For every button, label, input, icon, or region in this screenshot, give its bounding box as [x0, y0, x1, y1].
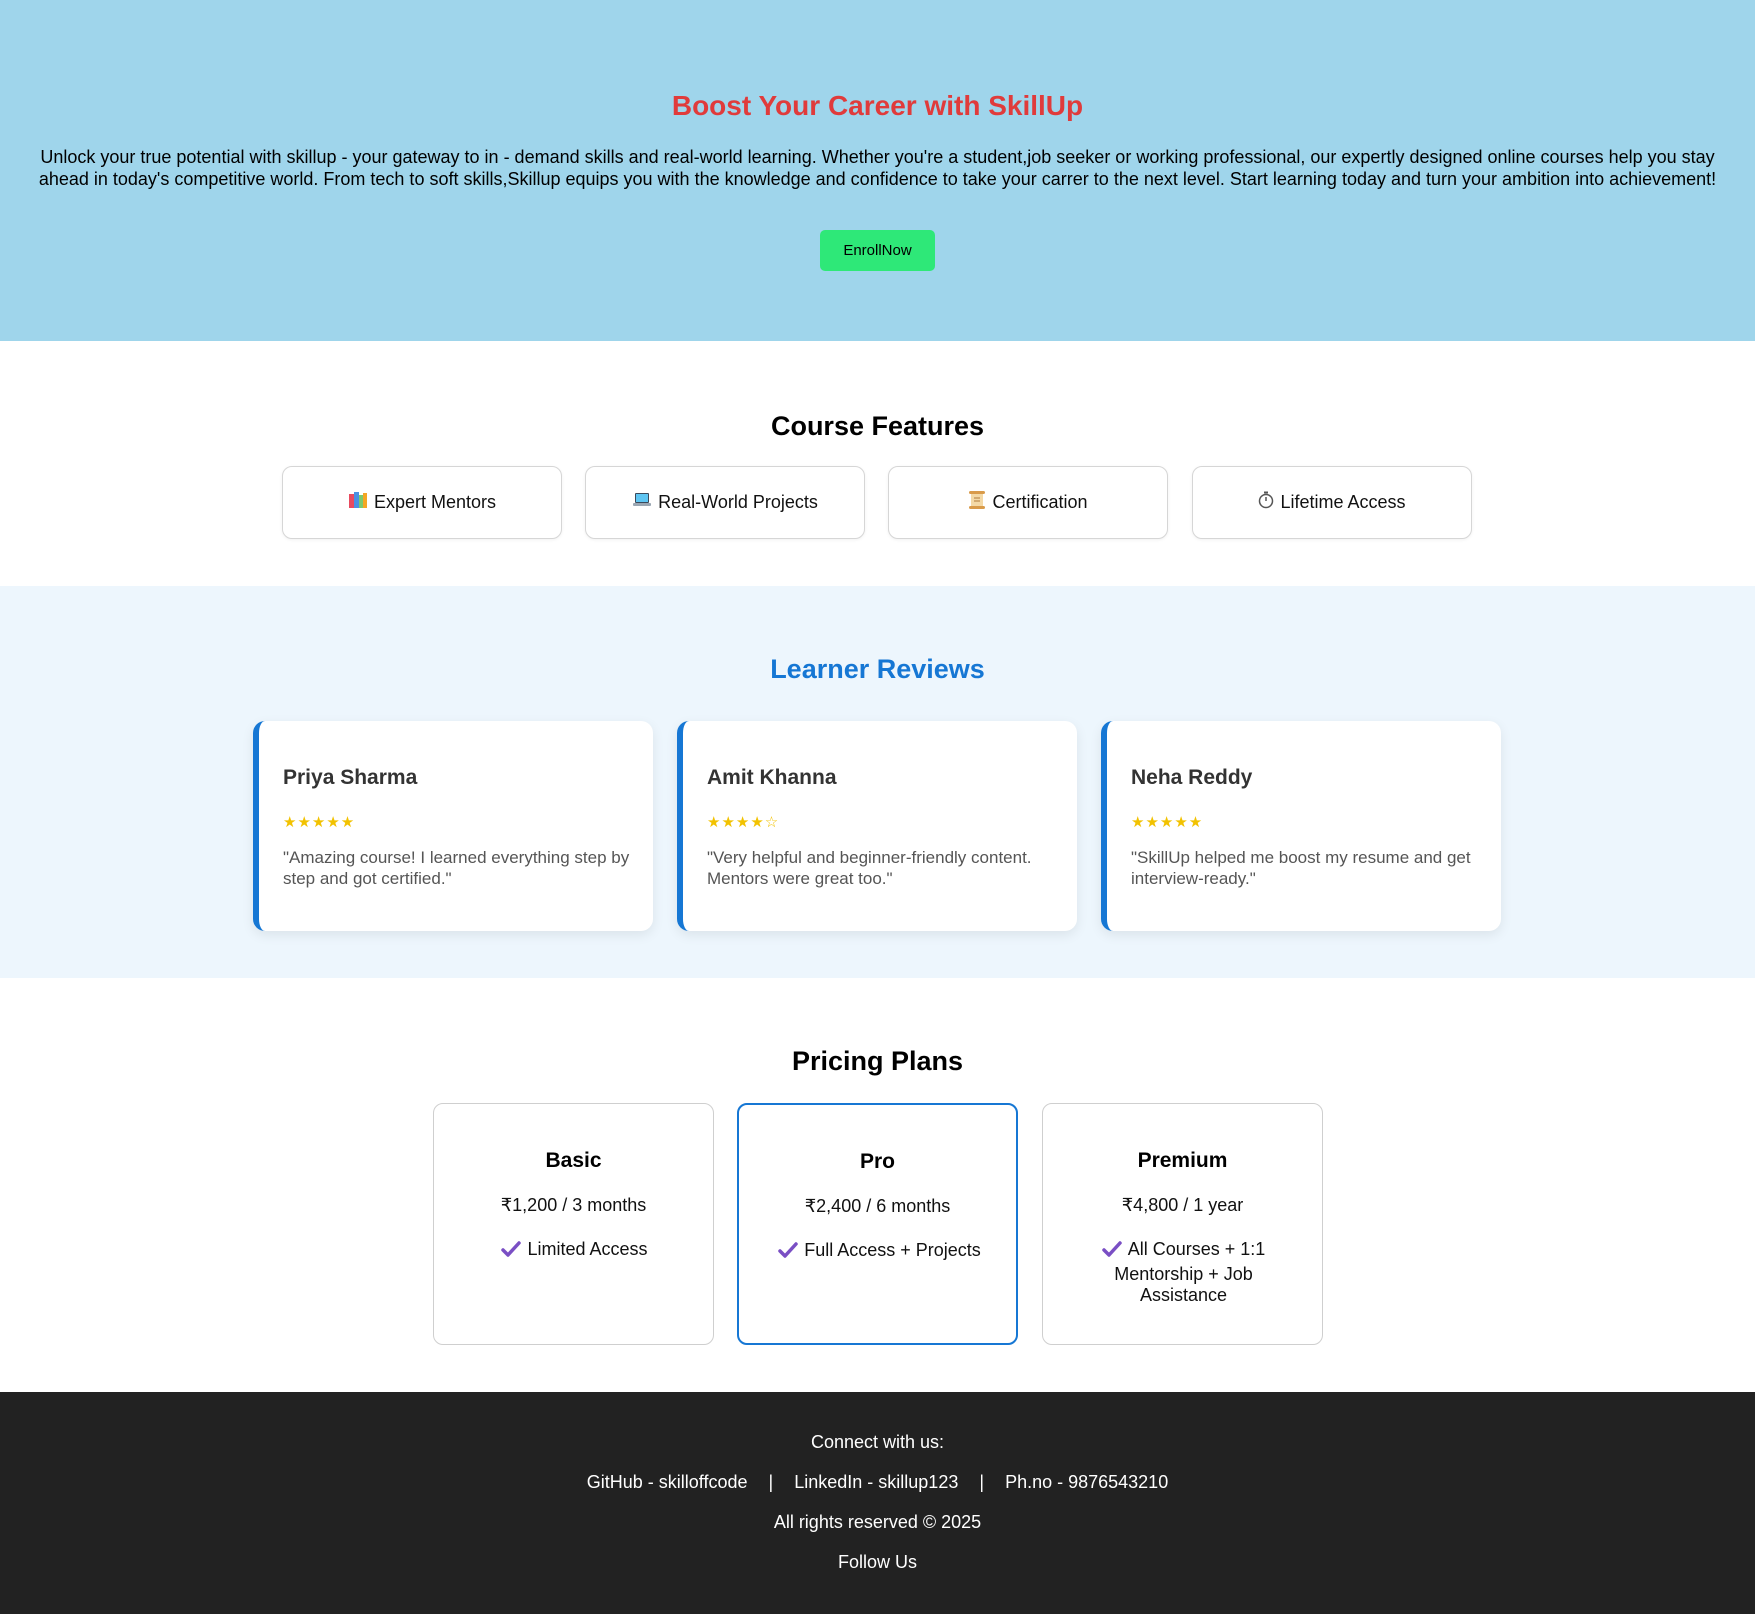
learner-reviews-section: Learner Reviews Priya Sharma ★★★★★ "Amaz… — [0, 586, 1755, 978]
separator: | — [979, 1472, 985, 1492]
course-features-section: Course Features Expert Mentors Real-Worl… — [0, 341, 1755, 586]
hero-description: Unlock your true potential with skillup … — [38, 147, 1717, 189]
review-text: "SkillUp helped me boost my resume and g… — [1131, 848, 1471, 888]
pricing-title: Pricing Plans — [791, 1046, 964, 1076]
separator: | — [768, 1472, 774, 1492]
plan-feature-text: All Courses + 1:1 Mentorship + Job Assis… — [1114, 1239, 1266, 1305]
reviewer-name: Priya Sharma — [283, 766, 418, 789]
footer: Connect with us: GitHub - skilloffcode |… — [0, 1392, 1755, 1614]
feature-label: Certification — [992, 492, 1088, 512]
review-card: Neha Reddy ★★★★★ "SkillUp helped me boos… — [1101, 721, 1501, 931]
features-title: Course Features — [770, 411, 985, 441]
plan-card-premium: Premium ₹4,800 / 1 year All Courses + 1:… — [1042, 1103, 1323, 1345]
footer-links: GitHub - skilloffcode | LinkedIn - skill… — [0, 1472, 1755, 1493]
plan-card-basic: Basic ₹1,200 / 3 months Limited Access — [433, 1103, 714, 1345]
laptop-icon — [632, 491, 652, 514]
feature-label: Lifetime Access — [1280, 492, 1406, 512]
star-rating: ★★★★★ — [1131, 814, 1204, 831]
feature-card-lifetime-access: Lifetime Access — [1192, 466, 1472, 539]
linkedin-link[interactable]: LinkedIn - skillup123 — [794, 1472, 958, 1493]
feature-label: Real-World Projects — [658, 492, 818, 512]
stopwatch-icon — [1258, 491, 1274, 514]
connect-heading: Connect with us: — [810, 1432, 945, 1452]
plan-price: ₹1,200 / 3 months — [500, 1195, 647, 1215]
feature-card-certification: Certification — [888, 466, 1168, 539]
follow-us-text: Follow Us — [837, 1552, 917, 1572]
plan-price: ₹2,400 / 6 months — [804, 1196, 951, 1216]
plan-feature: Limited Access — [454, 1239, 695, 1264]
feature-card-expert-mentors: Expert Mentors — [282, 466, 562, 539]
hero-title: Boost Your Career with SkillUp — [671, 90, 1084, 121]
plan-name: Basic — [545, 1149, 602, 1172]
feature-card-real-world-projects: Real-World Projects — [585, 466, 865, 539]
plan-feature-text: Limited Access — [527, 1239, 648, 1259]
pricing-plans-section: Pricing Plans Basic ₹1,200 / 3 months Li… — [0, 978, 1755, 1392]
plan-card-pro: Pro ₹2,400 / 6 months Full Access + Proj… — [737, 1103, 1018, 1345]
phone-number: Ph.no - 9876543210 — [1005, 1472, 1169, 1492]
star-rating: ★★★★★ — [283, 814, 356, 831]
enroll-now-button[interactable]: EnrollNow — [820, 230, 935, 271]
plan-name: Premium — [1137, 1149, 1228, 1172]
check-icon — [501, 1240, 522, 1264]
copyright-text: All rights reserved © 2025 — [773, 1512, 982, 1532]
star-rating: ★★★★☆ — [707, 814, 780, 831]
reviewer-name: Amit Khanna — [707, 766, 837, 789]
check-icon — [1101, 1240, 1122, 1264]
check-icon — [778, 1241, 798, 1265]
plan-feature: All Courses + 1:1 Mentorship + Job Assis… — [1098, 1239, 1269, 1307]
review-text: "Amazing course! I learned everything st… — [283, 848, 630, 888]
scroll-icon — [968, 490, 986, 515]
plan-price: ₹4,800 / 1 year — [1121, 1195, 1244, 1215]
plan-feature: Full Access + Projects — [759, 1240, 1000, 1265]
review-card: Priya Sharma ★★★★★ "Amazing course! I le… — [253, 721, 653, 931]
reviewer-name: Neha Reddy — [1131, 766, 1253, 789]
reviews-title: Learner Reviews — [770, 654, 985, 684]
review-card: Amit Khanna ★★★★☆ "Very helpful and begi… — [677, 721, 1077, 931]
plan-feature-text: Full Access + Projects — [804, 1240, 981, 1260]
hero-section: Boost Your Career with SkillUp Unlock yo… — [0, 0, 1755, 341]
feature-label: Expert Mentors — [373, 492, 497, 512]
books-icon — [348, 491, 368, 514]
plan-name: Pro — [859, 1150, 895, 1173]
review-text: "Very helpful and beginner-friendly cont… — [707, 848, 1032, 888]
github-link[interactable]: GitHub - skilloffcode — [587, 1472, 748, 1493]
